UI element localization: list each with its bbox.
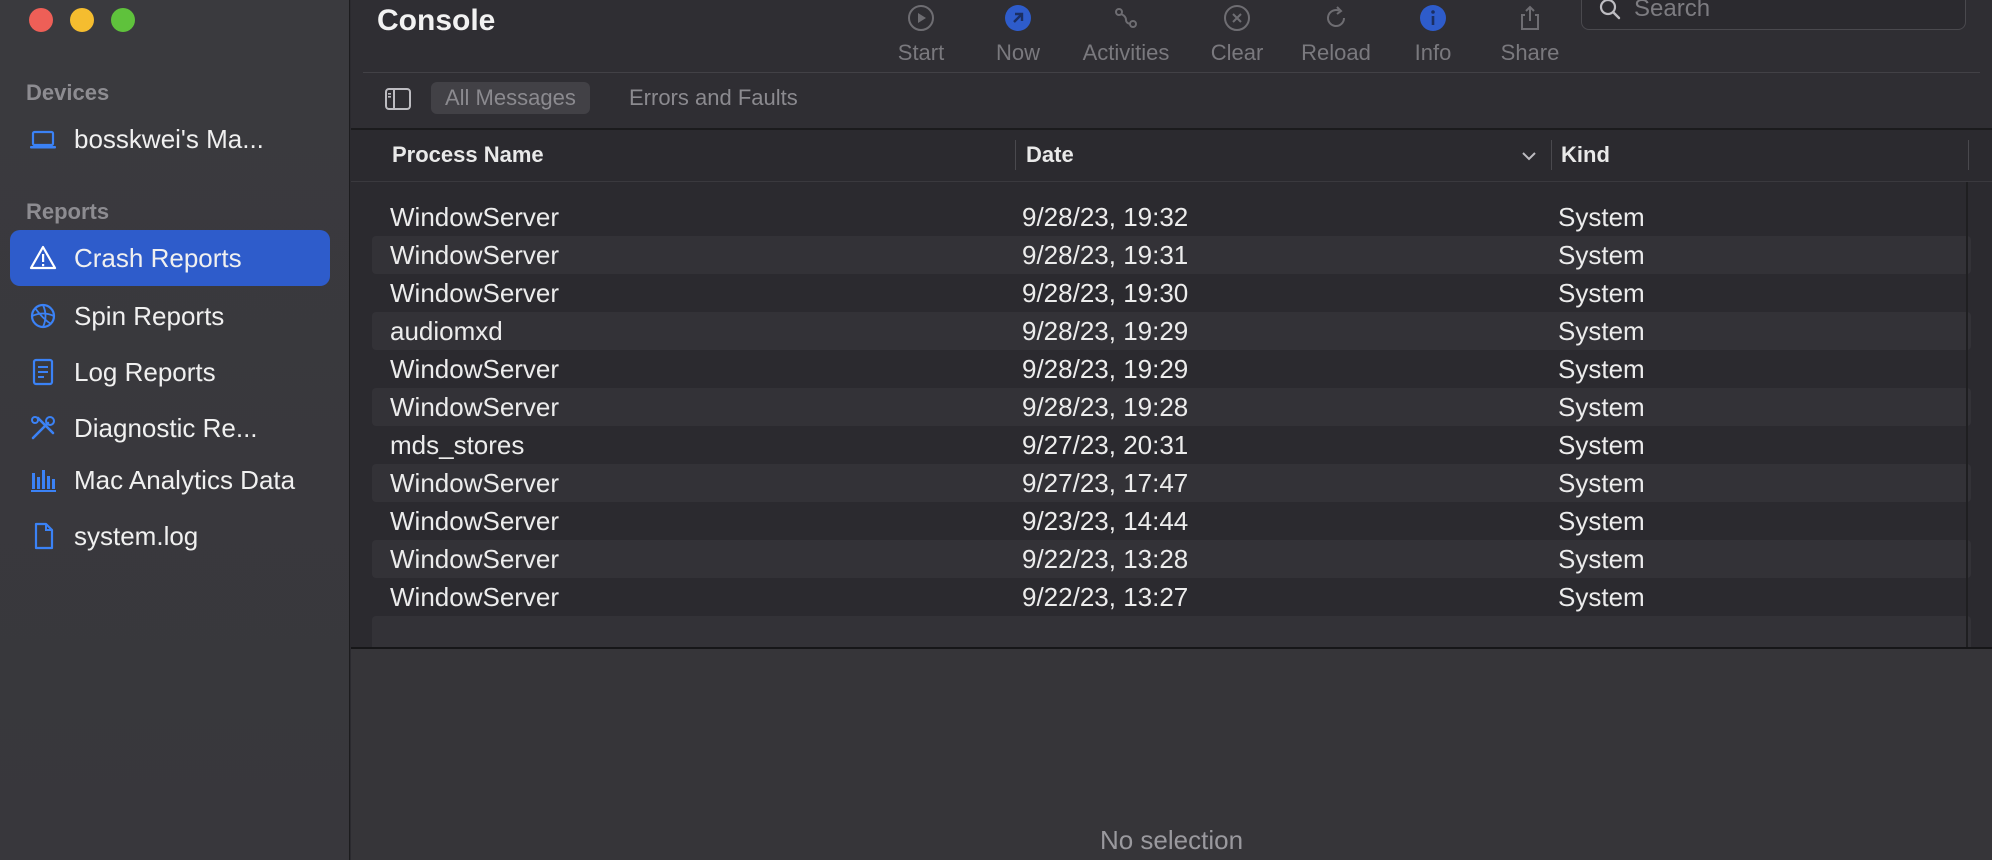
sidebar: Devices bosskwei's Ma... Reports Crash R…: [0, 0, 350, 860]
detail-pane: No selection: [351, 649, 1992, 860]
sidebar-item-label: bosskwei's Ma...: [74, 123, 264, 154]
devices-section-label: Devices: [26, 80, 110, 105]
sidebar-item-label: system.log: [74, 520, 199, 551]
sidebar-item-system-log[interactable]: system.log: [10, 508, 330, 564]
clear-icon: [1224, 5, 1250, 31]
spin-icon: [28, 301, 58, 331]
window-title: Console: [377, 4, 496, 37]
info-icon: [1420, 5, 1446, 31]
tools-icon: [28, 413, 58, 443]
table-row[interactable]: WindowServer 9/28/23, 19:29 System: [372, 350, 1971, 388]
column-divider[interactable]: [1015, 140, 1016, 170]
minimize-window-button[interactable]: [70, 8, 94, 32]
chevron-down-icon[interactable]: [1521, 150, 1537, 162]
table-header: Process Name Date Kind: [351, 130, 1992, 182]
share-button[interactable]: Share: [1490, 0, 1570, 66]
sidebar-item-label: Diagnostic Re...: [74, 412, 258, 443]
log-icon: [28, 357, 58, 387]
window-controls: [29, 8, 135, 32]
reports-section-label: Reports: [26, 199, 110, 224]
sidebar-item-crash-reports[interactable]: Crash Reports: [10, 230, 330, 286]
table-row[interactable]: WindowServer 9/22/23, 13:27 System: [372, 578, 1971, 616]
laptop-icon: [28, 124, 58, 154]
reload-icon: [1327, 6, 1345, 27]
toolbar-divider: [363, 72, 1980, 73]
table-row[interactable]: WindowServer 9/28/23, 19:32 System: [372, 198, 1971, 236]
sidebar-item-diagnostic-reports[interactable]: Diagnostic Re...: [10, 400, 330, 456]
crash-report-list: WindowServer 9/28/23, 19:32 System WindowS…: [372, 198, 1971, 654]
sidebar-item-log-reports[interactable]: Log Reports: [10, 344, 330, 400]
sidebar-item-label: Log Reports: [74, 356, 216, 387]
sidebar-item-spin-reports[interactable]: Spin Reports: [10, 288, 330, 344]
start-button[interactable]: Start: [881, 0, 961, 66]
warning-icon: [28, 243, 58, 273]
search-field[interactable]: [1581, 0, 1966, 30]
sidebar-item-device[interactable]: bosskwei's Ma...: [10, 111, 330, 167]
reload-button[interactable]: Reload: [1291, 0, 1381, 66]
now-button[interactable]: Now: [978, 0, 1058, 66]
table-row[interactable]: audiomxd 9/28/23, 19:29 System: [372, 312, 1971, 350]
sidebar-toggle-icon[interactable]: [385, 88, 411, 110]
bar-chart-icon: [28, 465, 58, 495]
document-icon: [28, 521, 58, 551]
filter-errors-faults[interactable]: Errors and Faults: [615, 82, 812, 114]
sidebar-item-label: Mac Analytics Data: [74, 464, 296, 495]
share-icon: [1521, 5, 1539, 30]
search-icon: [1599, 0, 1621, 20]
table-row[interactable]: WindowServer 9/28/23, 19:28 System: [372, 388, 1971, 426]
sidebar-item-label: Spin Reports: [74, 300, 225, 331]
column-divider[interactable]: [1968, 140, 1969, 170]
now-icon: [1005, 5, 1031, 31]
sidebar-item-label: Crash Reports: [74, 242, 242, 273]
table-row[interactable]: WindowServer 9/22/23, 13:28 System: [372, 540, 1971, 578]
zoom-window-button[interactable]: [111, 8, 135, 32]
main-content: Console Start Now Activities Clear Reloa…: [351, 0, 1992, 860]
column-date[interactable]: Date: [1026, 142, 1074, 168]
activities-button[interactable]: Activities: [1071, 0, 1181, 66]
table-row[interactable]: WindowServer 9/28/23, 19:30 System: [372, 274, 1971, 312]
sidebar-item-mac-analytics[interactable]: Mac Analytics Data: [10, 452, 330, 508]
search-input[interactable]: [1634, 0, 1954, 23]
filter-all-messages[interactable]: All Messages: [431, 82, 590, 114]
no-selection-text: No selection: [1099, 825, 1244, 855]
clear-button[interactable]: Clear: [1197, 0, 1277, 66]
table-right-edge: [1966, 182, 1968, 647]
toolbar: Console Start Now Activities Clear Reloa…: [351, 0, 1992, 128]
table-row[interactable]: WindowServer 9/23/23, 14:44 System: [372, 502, 1971, 540]
close-window-button[interactable]: [29, 8, 53, 32]
column-process-name[interactable]: Process Name: [392, 142, 544, 168]
table-row[interactable]: mds_stores 9/27/23, 20:31 System: [372, 426, 1971, 464]
table-row[interactable]: WindowServer 9/28/23, 19:31 System: [372, 236, 1971, 274]
filter-bar: All Messages Errors and Faults: [351, 80, 1992, 116]
column-kind[interactable]: Kind: [1561, 142, 1610, 168]
column-divider[interactable]: [1551, 140, 1552, 170]
table-row[interactable]: WindowServer 9/27/23, 17:47 System: [372, 464, 1971, 502]
activities-icon: [1115, 8, 1137, 28]
info-button[interactable]: Info: [1398, 0, 1468, 66]
play-icon: [908, 5, 934, 31]
